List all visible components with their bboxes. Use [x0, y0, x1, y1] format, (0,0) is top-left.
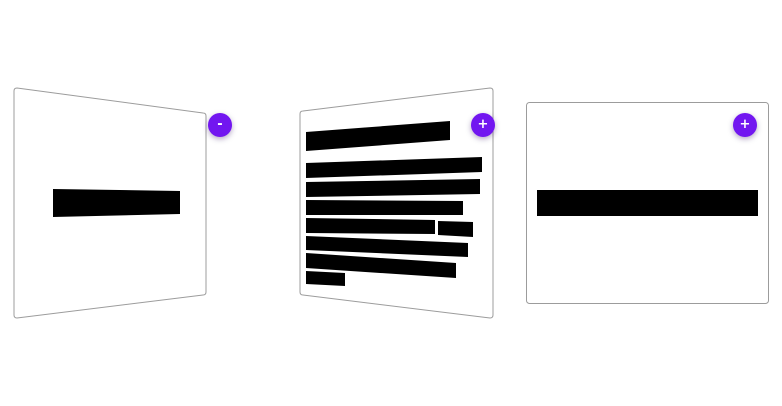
card-center[interactable] [299, 87, 494, 319]
card-left[interactable] [13, 87, 207, 319]
card-center-text-line-2 [306, 179, 480, 197]
card-center-text-line-4a [306, 218, 435, 234]
card-left-text-block [53, 189, 180, 217]
card-right[interactable] [526, 102, 769, 304]
expand-button[interactable]: + [471, 113, 495, 137]
collapse-button[interactable]: - [208, 113, 232, 137]
card-carousel: - + + [0, 0, 782, 406]
cards-canvas [13, 87, 769, 319]
card-right-text-block [537, 190, 758, 216]
card-center-text-line-7 [306, 271, 345, 286]
expand-button[interactable]: + [733, 113, 757, 137]
card-center-text-line-4b [438, 221, 473, 237]
card-center-text-line-3 [306, 200, 463, 215]
